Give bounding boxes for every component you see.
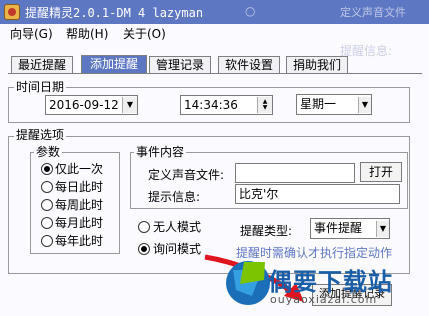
watermark-url: ouyaoxiazai.com	[270, 293, 378, 306]
watermark-brand: 偶要下载站	[268, 268, 393, 296]
watermark-logo-icon	[226, 261, 270, 305]
